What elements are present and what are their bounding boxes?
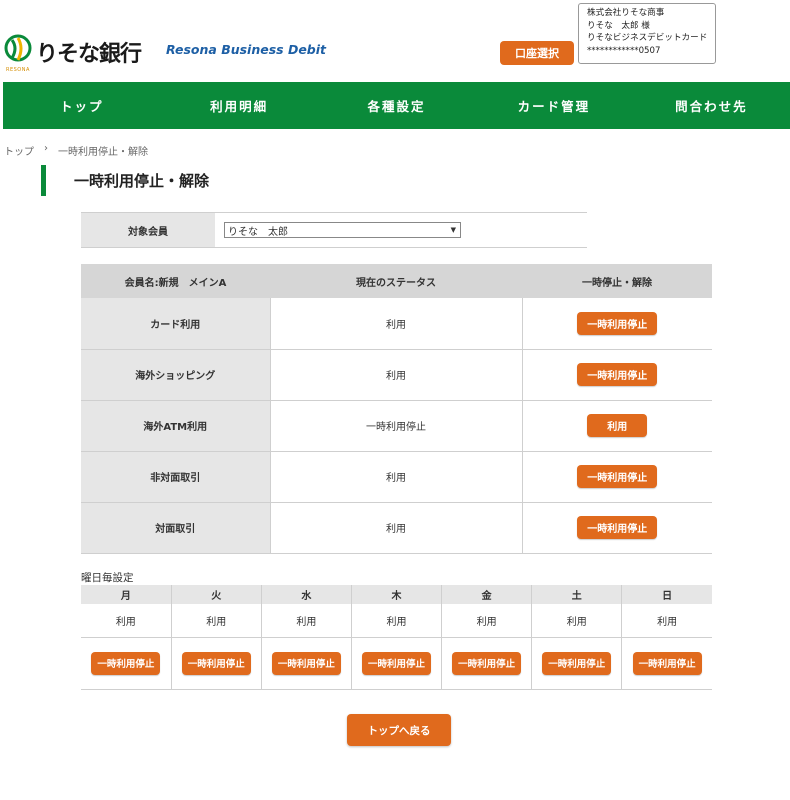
- logo-text: りそな銀行: [36, 42, 142, 67]
- logo-subtext: RESONA: [6, 67, 30, 73]
- nav-item-card-management[interactable]: カード管理: [475, 82, 632, 129]
- day-header: 土: [531, 585, 623, 604]
- day-header: 日: [621, 585, 712, 604]
- member-select-table: 対象会員 りそな 太郎 ▼: [81, 212, 587, 248]
- row-action-cell: 一時利用停止: [522, 298, 712, 350]
- row-label: 非対面取引: [81, 451, 271, 503]
- member-label: 対象会員: [81, 213, 215, 247]
- dropdown-arrow-icon: ▼: [450, 226, 456, 234]
- weekly-settings-table: 月 火 水 木 金 土 日 利用 利用 利用 利用 利用 利用 利用 一時利用停…: [81, 585, 712, 690]
- day-status: 利用: [81, 604, 172, 638]
- resona-logo[interactable]: りそな銀行: [4, 34, 142, 70]
- suspend-button[interactable]: 一時利用停止: [577, 465, 658, 488]
- company-name: 株式会社りそな商事: [587, 8, 665, 18]
- suspend-button[interactable]: 一時利用停止: [577, 311, 658, 335]
- day-action-cell: 一時利用停止: [441, 637, 533, 690]
- day-action-cell: 一時利用停止: [531, 637, 623, 690]
- user-info-box: 株式会社りそな商事 りそな 太郎 様 りそなビジネスデビットカード ******…: [578, 3, 716, 64]
- status-table: 会員名:新規 メインA 現在のステータス 一時停止・解除 カード利用 利用 一時…: [81, 264, 712, 554]
- day-header: 月: [81, 585, 172, 604]
- day-suspend-button[interactable]: 一時利用停止: [181, 651, 251, 675]
- row-status: 利用: [270, 349, 523, 401]
- nav-item-top[interactable]: トップ: [3, 82, 160, 129]
- nav-item-settings[interactable]: 各種設定: [318, 82, 475, 129]
- back-to-top-button[interactable]: トップへ戻る: [347, 714, 451, 746]
- suspend-button[interactable]: 一時利用停止: [577, 516, 658, 539]
- table-row: 海外ATM利用 一時利用停止 利用: [81, 400, 712, 452]
- row-action-cell: 一時利用停止: [522, 502, 712, 554]
- breadcrumb-current: 一時利用停止・解除: [58, 147, 148, 158]
- header-action: 一時停止・解除: [522, 264, 712, 298]
- card-number: ************0507: [587, 45, 661, 56]
- day-suspend-button[interactable]: 一時利用停止: [542, 651, 612, 675]
- resona-logo-icon: [4, 34, 34, 70]
- day-suspend-button[interactable]: 一時利用停止: [361, 651, 431, 675]
- row-label: 海外ATM利用: [81, 400, 271, 452]
- row-status: 利用: [270, 298, 523, 350]
- day-suspend-button[interactable]: 一時利用停止: [91, 651, 161, 675]
- row-status: 利用: [270, 451, 523, 503]
- day-header: 火: [171, 585, 262, 604]
- row-label: 対面取引: [81, 502, 271, 554]
- weekly-status-row: 利用 利用 利用 利用 利用 利用 利用: [81, 604, 712, 638]
- day-status: 利用: [171, 604, 262, 638]
- day-suspend-button[interactable]: 一時利用停止: [452, 651, 522, 675]
- member-select[interactable]: りそな 太郎 ▼: [224, 222, 461, 238]
- day-action-cell: 一時利用停止: [621, 637, 712, 690]
- breadcrumb-separator: ›: [44, 143, 48, 154]
- day-action-cell: 一時利用停止: [351, 637, 443, 690]
- day-status: 利用: [261, 604, 352, 638]
- row-status: 一時利用停止: [270, 400, 523, 452]
- resume-button[interactable]: 利用: [587, 414, 648, 437]
- weekly-action-row: 一時利用停止 一時利用停止 一時利用停止 一時利用停止 一時利用停止 一時利用停…: [81, 637, 712, 690]
- row-action-cell: 一時利用停止: [522, 349, 712, 401]
- day-suspend-button[interactable]: 一時利用停止: [632, 651, 702, 675]
- day-action-cell: 一時利用停止: [81, 637, 172, 690]
- day-header: 木: [351, 585, 443, 604]
- row-status: 利用: [270, 502, 523, 554]
- row-action-cell: 利用: [522, 400, 712, 452]
- member-selected-value: りそな 太郎: [228, 226, 288, 238]
- nav-item-contact[interactable]: 問合わせ先: [633, 82, 790, 129]
- weekly-settings-title: 曜日毎設定: [81, 572, 134, 584]
- row-label: カード利用: [81, 298, 271, 350]
- nav-item-statements[interactable]: 利用明細: [160, 82, 317, 129]
- table-row: 海外ショッピング 利用 一時利用停止: [81, 349, 712, 401]
- day-status: 利用: [621, 604, 712, 638]
- user-name: りそな 太郎 様: [587, 20, 650, 31]
- header-member-name: 会員名:新規 メインA: [81, 264, 270, 298]
- table-row: 非対面取引 利用 一時利用停止: [81, 451, 712, 503]
- table-row: カード利用 利用 一時利用停止: [81, 298, 712, 350]
- card-name: りそなビジネスデビットカード: [587, 33, 708, 43]
- day-action-cell: 一時利用停止: [171, 637, 262, 690]
- day-header: 金: [441, 585, 533, 604]
- day-status: 利用: [531, 604, 623, 638]
- account-select-button[interactable]: 口座選択: [500, 41, 574, 65]
- member-value-cell: りそな 太郎 ▼: [215, 213, 587, 247]
- day-status: 利用: [441, 604, 533, 638]
- main-nav: トップ 利用明細 各種設定 カード管理 問合わせ先: [3, 82, 790, 129]
- header-current-status: 現在のステータス: [270, 264, 522, 298]
- day-status: 利用: [351, 604, 443, 638]
- breadcrumb-home[interactable]: トップ: [4, 143, 34, 158]
- page-title: 一時利用停止・解除: [41, 165, 209, 196]
- row-action-cell: 一時利用停止: [522, 451, 712, 503]
- day-suspend-button[interactable]: 一時利用停止: [271, 651, 341, 675]
- day-action-cell: 一時利用停止: [261, 637, 352, 690]
- brand-name: Resona Business Debit: [166, 42, 327, 57]
- table-row: 対面取引 利用 一時利用停止: [81, 502, 712, 554]
- day-header: 水: [261, 585, 352, 604]
- breadcrumb: トップ › 一時利用停止・解除: [4, 143, 148, 158]
- row-label: 海外ショッピング: [81, 349, 271, 401]
- suspend-button[interactable]: 一時利用停止: [577, 363, 658, 386]
